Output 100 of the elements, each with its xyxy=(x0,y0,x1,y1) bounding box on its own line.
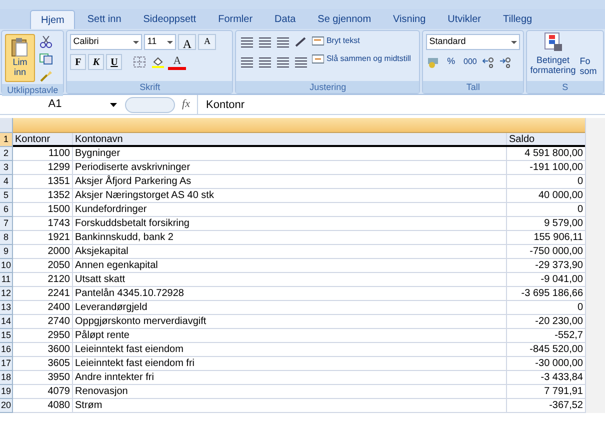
ribbon-tab[interactable]: Tillegg xyxy=(493,10,542,29)
table-cell: Utsatt skatt xyxy=(73,273,507,286)
table-cell-text: -3 695 186,66 xyxy=(520,287,584,300)
row-header[interactable]: 11 xyxy=(0,273,13,287)
table-cell-text: 40 000,00 xyxy=(538,189,584,202)
name-box[interactable]: A1 xyxy=(0,96,110,112)
indent-icon[interactable] xyxy=(294,56,308,68)
ribbon-tab[interactable]: Formler xyxy=(208,10,263,29)
font-size-field[interactable]: 11 xyxy=(144,34,176,50)
row-header[interactable]: 3 xyxy=(0,161,13,175)
number-format-field[interactable]: Standard xyxy=(426,34,520,50)
row-header[interactable]: 12 xyxy=(0,287,13,301)
format-table-button[interactable]: Fo som xyxy=(580,32,597,81)
table-cell-text: Saldo xyxy=(508,133,536,145)
font-color-button[interactable]: A xyxy=(168,54,186,70)
ribbon-tab[interactable]: Visning xyxy=(383,10,436,29)
fill-color-icon[interactable] xyxy=(151,56,166,68)
table-cell: Andre inntekter fri xyxy=(73,371,507,384)
merge-cells-icon[interactable] xyxy=(312,54,324,64)
caret-icon[interactable] xyxy=(110,102,117,106)
row-header[interactable]: 18 xyxy=(0,371,13,385)
table-cell-text: 0 xyxy=(576,301,584,314)
table-cell: 1352 xyxy=(13,189,73,202)
align-right-icon[interactable] xyxy=(276,56,290,68)
table-cell: Annen egenkapital xyxy=(73,259,507,272)
row-header[interactable]: 20 xyxy=(0,399,13,413)
caret-icon[interactable] xyxy=(133,40,140,44)
top-align-icon[interactable] xyxy=(240,36,254,48)
middle-align-icon[interactable] xyxy=(258,36,272,48)
row-header[interactable]: 2 xyxy=(0,147,13,161)
table-cell: Pantelån 4345.10.72928 xyxy=(73,287,507,300)
row-header[interactable]: 17 xyxy=(0,357,13,371)
grow-font-button[interactable]: A xyxy=(178,34,196,50)
group-label: Skrift xyxy=(67,81,232,93)
table-cell-text: 155 906,11 xyxy=(532,231,584,244)
row-header[interactable]: 6 xyxy=(0,203,13,217)
table-cell: 3600 xyxy=(13,343,73,356)
table-cell: 3950 xyxy=(13,371,73,384)
shrink-font-button[interactable]: A xyxy=(198,34,216,50)
underline-button[interactable]: U xyxy=(106,54,122,70)
increase-decimal-icon[interactable] xyxy=(482,56,496,68)
table-cell: Strøm xyxy=(73,399,507,412)
orientation-icon[interactable] xyxy=(294,36,308,48)
insert-function-button[interactable]: fx xyxy=(175,96,197,113)
merge-center-button[interactable]: Slå sammen og midtstill xyxy=(312,53,411,65)
caret-icon[interactable] xyxy=(167,40,174,44)
row-header[interactable]: 10 xyxy=(0,259,13,273)
font-name-field[interactable]: Calibri xyxy=(70,34,142,50)
ribbon-tab[interactable]: Se gjennom xyxy=(308,10,382,29)
align-left-icon[interactable] xyxy=(240,56,254,68)
caret-icon[interactable] xyxy=(511,40,518,44)
brush-icon[interactable] xyxy=(39,70,53,82)
table-cell: 2950 xyxy=(13,329,73,342)
ribbon-tab[interactable]: Sett inn xyxy=(77,10,132,29)
row-header[interactable]: 16 xyxy=(0,343,13,357)
percent-button[interactable]: % xyxy=(443,54,460,70)
align-center-icon[interactable] xyxy=(258,56,272,68)
group-label: Justering xyxy=(236,81,420,93)
clipboard-icon[interactable] xyxy=(11,37,29,57)
table-cell-text: 7 791,91 xyxy=(543,385,584,398)
table-cell: Kontonr xyxy=(13,133,73,145)
wrap-text-icon[interactable] xyxy=(312,36,324,46)
ribbon-tab[interactable]: Utvikler xyxy=(438,10,492,29)
decrease-decimal-icon[interactable] xyxy=(499,56,514,68)
table-cell-text: -750 000,00 xyxy=(528,245,584,258)
ribbon-tab[interactable]: Data xyxy=(264,10,306,29)
bold-button[interactable]: F xyxy=(70,54,86,70)
table-cell: 2120 xyxy=(13,273,73,286)
row-header[interactable]: 7 xyxy=(0,217,13,231)
table-cell: Leieinntekt fast eiendom xyxy=(73,343,507,356)
row-header[interactable]: 5 xyxy=(0,189,13,203)
table-cell: 2740 xyxy=(13,315,73,328)
row-header[interactable]: 4 xyxy=(0,175,13,189)
conditional-formatting-button[interactable]: Betinget formatering xyxy=(530,32,576,81)
row-header[interactable]: 9 xyxy=(0,245,13,259)
row-header[interactable]: 15 xyxy=(0,329,13,343)
table-cell: 2241 xyxy=(13,287,73,300)
table-cell-text: -552,7 xyxy=(554,329,584,342)
italic-button[interactable]: K xyxy=(88,54,104,70)
paste-button[interactable]: Lim inn xyxy=(5,34,35,82)
formula-input[interactable]: Kontonr xyxy=(198,95,605,114)
bottom-align-icon[interactable] xyxy=(276,36,290,48)
row-header[interactable]: 13 xyxy=(0,301,13,315)
row-header[interactable]: 8 xyxy=(0,231,13,245)
row-header[interactable]: 1 xyxy=(0,133,13,147)
thousands-button[interactable]: 000 xyxy=(460,54,480,70)
row-header[interactable]: 14 xyxy=(0,315,13,329)
row-header[interactable]: 19 xyxy=(0,385,13,399)
copy-icon[interactable] xyxy=(39,53,53,65)
table-cell-text: -29 373,90 xyxy=(534,259,584,272)
table-cell-text: -3 433,84 xyxy=(540,371,584,384)
conditional-format-icon[interactable] xyxy=(542,32,563,52)
ribbon-tab[interactable]: Hjem xyxy=(30,10,76,29)
selected-range[interactable]: Kontonr Kontonavn Saldo xyxy=(13,133,585,147)
table-cell: Aksjer Næringstorget AS 40 stk xyxy=(73,189,507,202)
ribbon-tab[interactable]: Sideoppsett xyxy=(133,10,206,29)
scissors-icon[interactable] xyxy=(39,36,53,48)
table-cell: Kontonavn xyxy=(73,133,507,145)
table-cell: 2400 xyxy=(13,301,73,314)
wrap-text-button[interactable]: Bryt tekst xyxy=(312,35,411,47)
